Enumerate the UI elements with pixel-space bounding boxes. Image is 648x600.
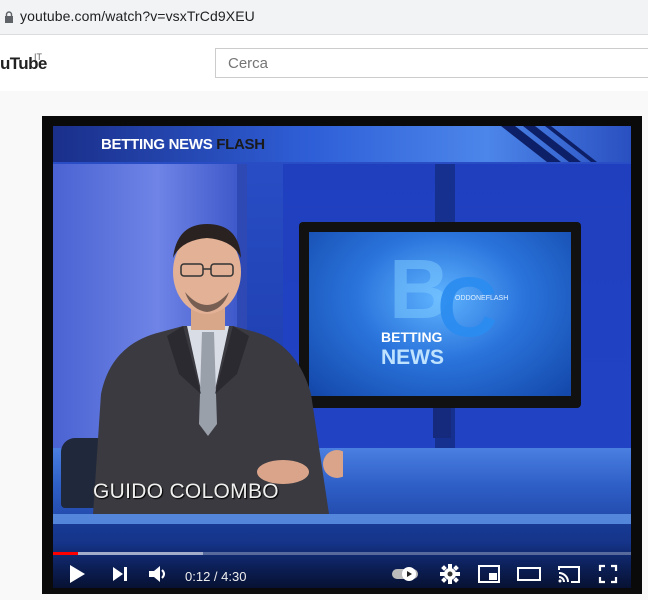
- time-separator: /: [210, 569, 222, 584]
- played-bar: [53, 552, 79, 555]
- time-display: 0:12 / 4:30: [185, 569, 246, 584]
- desk-edge: [53, 514, 631, 524]
- autoplay-toggle-icon[interactable]: [391, 563, 421, 585]
- play-icon[interactable]: [67, 563, 87, 585]
- next-icon[interactable]: [111, 563, 129, 585]
- presenter-name-caption: GUIDO COLOMBO: [93, 480, 279, 503]
- volume-icon[interactable]: [147, 563, 169, 585]
- region-label: IT: [34, 52, 42, 62]
- search-input[interactable]: Cerca: [228, 55, 268, 72]
- cast-icon[interactable]: [556, 563, 582, 585]
- betting-news-logo: B C ODDONEFLASH BETTING NEWS: [381, 242, 508, 369]
- presenter-figure: [93, 224, 343, 514]
- banner-title: BETTING NEWS FLASH: [101, 136, 265, 153]
- settings-gear-icon[interactable]: [439, 563, 461, 585]
- url-text[interactable]: youtube.com/watch?v=vsxTrCd9XEU: [20, 8, 255, 24]
- theater-mode-icon[interactable]: [516, 563, 542, 585]
- search-box[interactable]: Cerca: [215, 48, 648, 78]
- monitor-screen: B C ODDONEFLASH BETTING NEWS: [309, 232, 571, 396]
- banner-stripes-graphic: [501, 126, 597, 162]
- progress-bar[interactable]: [53, 552, 631, 555]
- lock-icon: [5, 11, 13, 23]
- fullscreen-icon[interactable]: [597, 563, 619, 585]
- banner-word-flash: FLASH: [216, 136, 265, 153]
- monitor-stand: [433, 408, 451, 438]
- monitor-text-betting: BETTING: [381, 329, 443, 345]
- news-banner: BETTING NEWS FLASH: [53, 126, 631, 162]
- video-player[interactable]: BETTING NEWS FLASH B C ODDONEFLASH BETTI…: [42, 116, 642, 594]
- svg-text:C: C: [437, 260, 498, 354]
- current-time: 0:12: [185, 569, 211, 584]
- monitor-text-news: NEWS: [381, 346, 444, 369]
- monitor-small-text: ODDONEFLASH: [455, 295, 508, 302]
- duration: 4:30: [221, 569, 247, 584]
- video-frame[interactable]: BETTING NEWS FLASH B C ODDONEFLASH BETTI…: [53, 126, 631, 588]
- masthead: uTube IT Cerca: [0, 35, 648, 91]
- banner-word-news: NEWS: [168, 136, 217, 153]
- address-bar[interactable]: youtube.com/watch?v=vsxTrCd9XEU: [0, 0, 648, 35]
- player-controls: 0:12 / 4:30: [53, 542, 631, 588]
- miniplayer-icon[interactable]: [477, 563, 501, 585]
- banner-word-betting: BETTING: [101, 136, 169, 153]
